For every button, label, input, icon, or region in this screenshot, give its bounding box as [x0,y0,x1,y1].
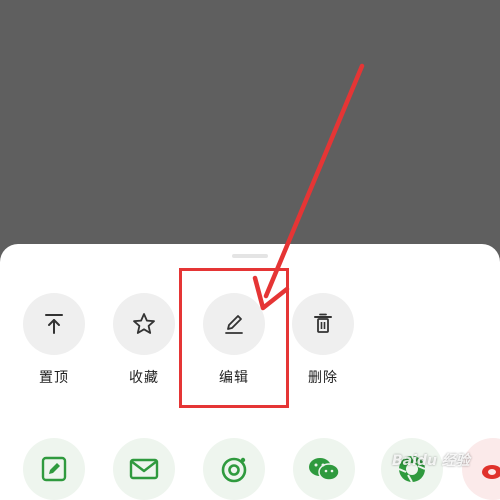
annotation-arrow [252,63,365,311]
baidu-watermark: Baidu 经验 [392,453,470,469]
